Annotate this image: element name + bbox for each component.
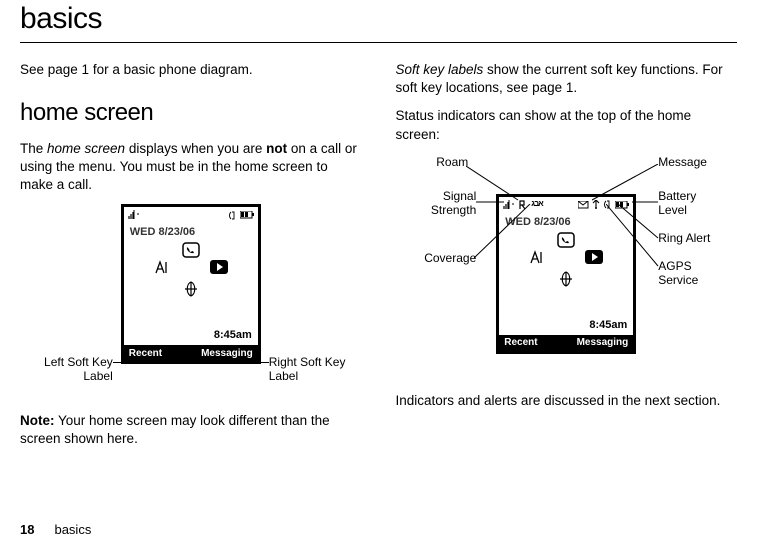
callout-ring: Ring Alert — [658, 232, 728, 246]
indicators-paragraph: Indicators and alerts are discussed in t… — [396, 392, 738, 410]
page-footer: 18 basics — [20, 522, 91, 537]
callout-coverage: Coverage — [396, 252, 476, 266]
soft-key-bar: Recent Messaging — [499, 335, 633, 351]
phone-screen: WED 8/23/06 — [121, 204, 261, 364]
play-icon — [584, 248, 604, 266]
time-text: 8:45am — [589, 318, 627, 333]
bold-text: not — [266, 141, 287, 156]
right-column: Soft key labels show the current soft ke… — [396, 61, 738, 459]
browser-icon — [181, 280, 201, 298]
callout-right-softkey: Right Soft Key Label — [269, 356, 361, 384]
intro-text: See page 1 for a basic phone diagram. — [20, 61, 362, 79]
signal-icon — [128, 210, 140, 220]
page-number: 18 — [20, 522, 34, 537]
battery-icon — [240, 211, 254, 219]
horizontal-rule — [20, 42, 737, 43]
call-icon — [556, 232, 576, 250]
callout-line — [606, 204, 662, 270]
callout-message: Message — [658, 156, 728, 170]
home-screen-figure-2: אבג — [396, 154, 736, 384]
contacts-icon — [153, 258, 173, 276]
date-text: WED 8/23/06 — [130, 225, 258, 240]
status-indicators-paragraph: Status indicators can show at the top of… — [396, 107, 738, 143]
page-title: basics — [20, 2, 737, 36]
callout-line — [113, 362, 131, 363]
status-bar — [124, 207, 258, 223]
italic-text: home screen — [47, 141, 125, 156]
ring-icon — [228, 211, 237, 220]
home-screen-figure-1: WED 8/23/06 — [21, 204, 361, 404]
callout-left-softkey: Left Soft Key Label — [21, 356, 113, 384]
right-soft-key: Messaging — [201, 347, 253, 361]
left-soft-key: Recent — [504, 336, 537, 350]
left-soft-key: Recent — [129, 347, 162, 361]
callout-line — [474, 204, 534, 264]
navigation-icons — [124, 258, 258, 276]
home-screen-paragraph: The home screen displays when you are no… — [20, 140, 362, 195]
two-column-layout: See page 1 for a basic phone diagram. ho… — [20, 61, 737, 459]
italic-text: Soft key labels — [396, 62, 484, 77]
softkey-paragraph: Soft key labels show the current soft ke… — [396, 61, 738, 97]
callout-agps: AGPS Service — [658, 260, 728, 288]
note-paragraph: Note: Your home screen may look differen… — [20, 412, 362, 448]
browser-icon — [556, 270, 576, 288]
left-column: See page 1 for a basic phone diagram. ho… — [20, 61, 362, 459]
callout-signal: Signal Strength — [396, 190, 476, 218]
play-icon — [209, 258, 229, 276]
footer-section: basics — [54, 522, 91, 537]
text: The — [20, 141, 47, 156]
note-label: Note: — [20, 413, 55, 428]
note-text: Your home screen may look different than… — [20, 413, 330, 446]
text: displays when you are — [125, 141, 266, 156]
soft-key-bar: Recent Messaging — [124, 345, 258, 361]
callout-line — [253, 362, 269, 363]
right-soft-key: Messaging — [577, 336, 629, 350]
callout-battery: Battery Level — [658, 190, 728, 218]
call-icon — [181, 242, 201, 260]
time-text: 8:45am — [214, 328, 252, 343]
message-icon — [578, 201, 589, 209]
section-heading: home screen — [20, 97, 362, 129]
